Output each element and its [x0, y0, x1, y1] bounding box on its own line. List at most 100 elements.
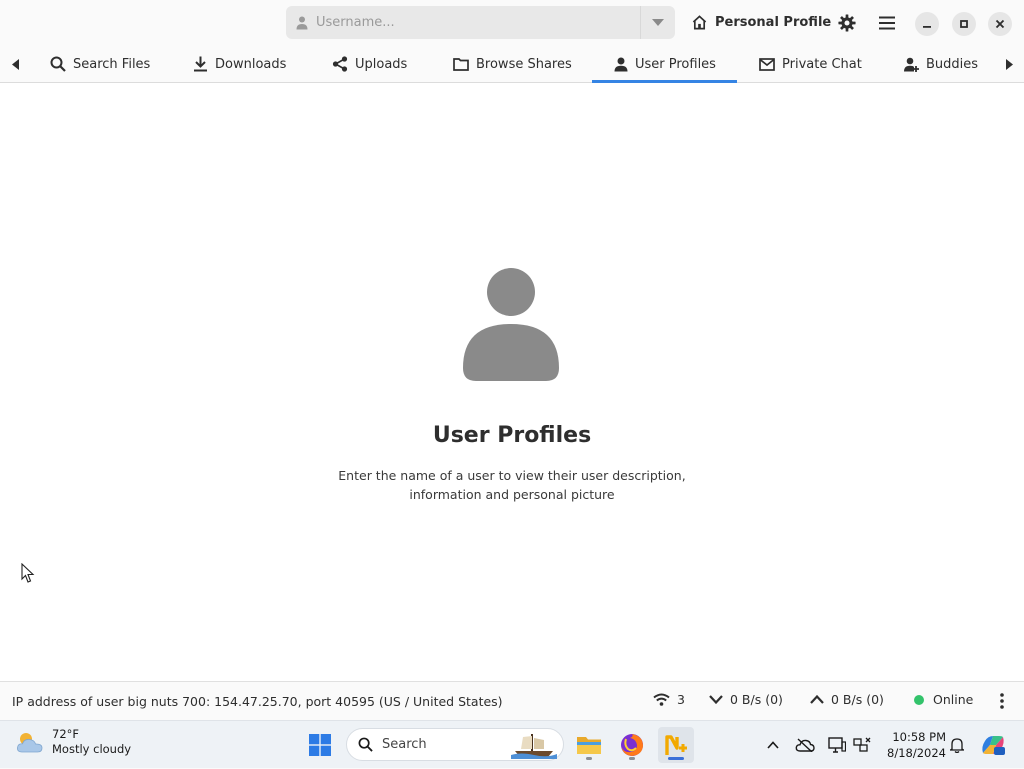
weather-widget[interactable]: 72°F Mostly cloudy [16, 727, 131, 757]
minimize-button[interactable] [915, 12, 939, 36]
tab-scroll-right-button[interactable] [994, 46, 1024, 82]
tab-downloads[interactable]: Downloads [193, 46, 286, 82]
chevron-up-icon [810, 695, 824, 704]
clock-date: 8/18/2024 [887, 746, 946, 760]
search-icon [358, 737, 373, 752]
page-title: User Profiles [432, 423, 592, 448]
bell-icon [950, 738, 964, 753]
download-speed: 0 B/s (0) [730, 692, 783, 707]
taskbar-running-indicator [586, 757, 592, 760]
main-menu-button[interactable] [872, 8, 902, 38]
more-vertical-icon [1000, 693, 1004, 709]
connection-status-button[interactable]: Online [914, 692, 973, 707]
tab-uploads[interactable]: Uploads [332, 46, 407, 82]
user-add-icon [904, 57, 919, 72]
folder-icon [577, 737, 601, 754]
home-icon [692, 15, 707, 30]
preferences-button[interactable] [832, 8, 862, 38]
username-combo[interactable] [286, 6, 675, 39]
monitor-icon [828, 737, 846, 753]
status-bar: IP address of user big nuts 700: 154.47.… [0, 681, 1024, 720]
tab-user-profiles[interactable]: User Profiles [592, 46, 737, 83]
nicotine-app-icon [665, 735, 687, 755]
tab-private-chat[interactable]: Private Chat [759, 46, 862, 82]
tray-display[interactable] [825, 721, 849, 769]
online-status-dot [914, 694, 924, 705]
tray-network[interactable] [850, 721, 874, 769]
copilot-button[interactable] [976, 721, 1010, 769]
username-input[interactable] [316, 15, 616, 30]
cloud-offline-icon [795, 738, 815, 752]
maximize-button[interactable] [952, 12, 976, 36]
personal-profile-button[interactable]: Personal Profile [686, 6, 837, 39]
status-message: IP address of user big nuts 700: 154.47.… [12, 694, 503, 709]
tab-label: Browse Shares [476, 56, 572, 72]
wifi-icon [653, 693, 670, 706]
user-icon [614, 57, 628, 71]
connections-indicator[interactable]: 3 [653, 692, 685, 707]
upload-speed: 0 B/s (0) [831, 692, 884, 707]
header-bar: Personal Profile [0, 0, 1024, 46]
taskbar-firefox[interactable] [614, 727, 650, 763]
upload-speed-indicator[interactable]: 0 B/s (0) [810, 692, 884, 707]
taskbar-running-indicator [629, 757, 635, 760]
tab-label: Search Files [73, 56, 151, 72]
minimize-icon [923, 26, 931, 28]
status-menu-button[interactable] [1000, 693, 1011, 709]
app-window: Personal Profile [0, 0, 1024, 720]
search-icon [50, 56, 66, 72]
connection-status: Online [933, 692, 974, 707]
personal-profile-label: Personal Profile [715, 15, 832, 30]
start-button[interactable] [302, 727, 338, 763]
tray-onedrive[interactable] [793, 721, 817, 769]
tab-buddies[interactable]: Buddies [904, 46, 978, 82]
tab-label: Private Chat [782, 56, 862, 72]
description-line: information and personal picture [409, 487, 615, 502]
user-placeholder-icon [463, 268, 559, 381]
cloud-sun-icon [17, 733, 43, 753]
chevron-up-icon [767, 741, 779, 749]
close-icon [995, 19, 1005, 29]
tab-search-files[interactable]: Search Files [50, 46, 150, 82]
network-icon [853, 737, 871, 752]
copilot-icon [982, 736, 1005, 755]
description-line: Enter the name of a user to view their u… [338, 468, 686, 483]
clock-time: 10:58 PM [892, 730, 946, 744]
tab-label: Downloads [215, 56, 287, 72]
hamburger-menu-icon [879, 16, 895, 30]
download-speed-indicator[interactable]: 0 B/s (0) [709, 692, 783, 707]
taskbar-nicotine[interactable] [658, 727, 694, 763]
mouse-cursor-icon [21, 563, 35, 583]
tab-scroll-left-button[interactable] [0, 46, 30, 82]
username-dropdown-button[interactable] [641, 6, 675, 39]
arrow-right-icon [1005, 58, 1013, 70]
tray-overflow-button[interactable] [762, 721, 784, 769]
notifications-button[interactable] [946, 721, 968, 769]
dropdown-arrow-icon [652, 18, 664, 26]
tab-label: Uploads [355, 56, 408, 72]
tab-bar: Search Files Downloads Uploads Browse Sh… [0, 46, 1024, 83]
close-button[interactable] [988, 12, 1012, 36]
connections-count: 3 [677, 692, 685, 707]
arrow-left-icon [11, 58, 19, 70]
chevron-down-icon [709, 695, 723, 704]
taskbar-clock[interactable]: 10:58 PM 8/18/2024 [878, 729, 946, 761]
download-icon [194, 56, 207, 72]
tab-label: User Profiles [635, 56, 716, 72]
taskbar-file-explorer[interactable] [571, 727, 607, 763]
taskbar-search-label: Search [382, 737, 427, 752]
taskbar-active-indicator [668, 757, 684, 760]
windows-logo-icon [309, 734, 331, 756]
maximize-icon [960, 20, 968, 28]
taskbar-search[interactable]: Search [346, 728, 564, 761]
weather-temperature: 72°F [52, 727, 79, 741]
gear-icon [838, 14, 856, 32]
user-profiles-page: User Profiles Enter the name of a user t… [0, 83, 1024, 681]
folder-icon [453, 58, 469, 71]
user-icon [296, 16, 308, 29]
firefox-icon [621, 734, 643, 756]
tab-browse-shares[interactable]: Browse Shares [453, 46, 572, 82]
weather-description: Mostly cloudy [52, 742, 132, 756]
ship-illustration-icon [511, 734, 557, 759]
taskbar: 72°F Mostly cloudy Search 10:58 PM 8/18/… [0, 720, 1024, 768]
